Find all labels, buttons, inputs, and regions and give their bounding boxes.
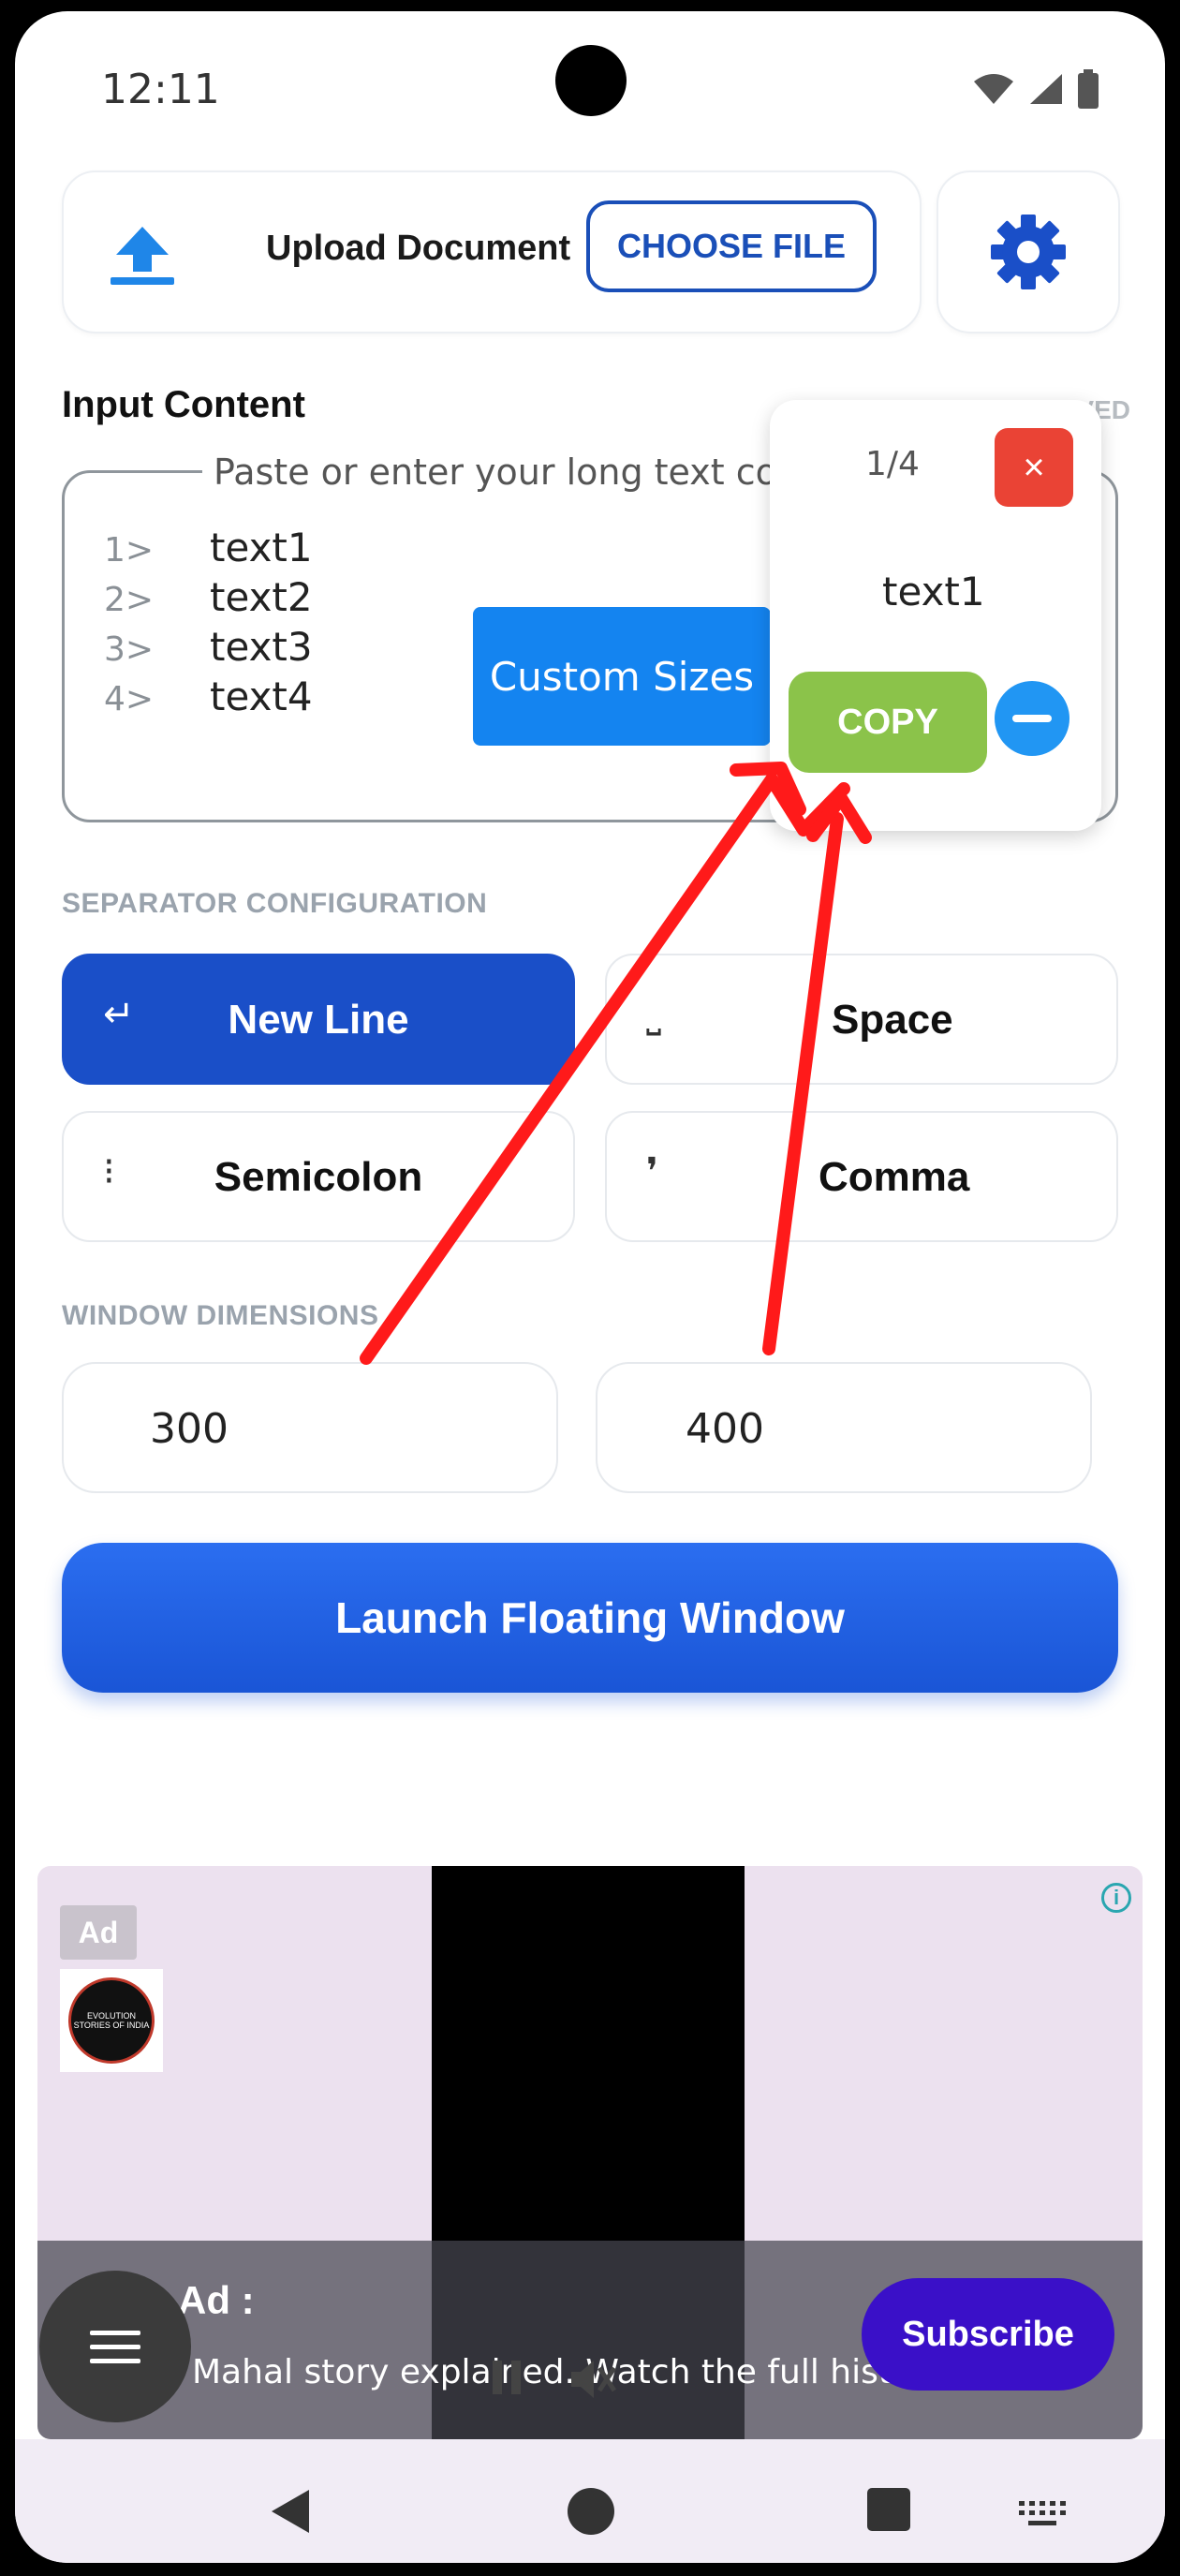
ad-caption-bar: Ad : Mahal story explained. Watch the fu… (37, 2241, 1143, 2439)
phone-screen: 12:11 Upload Document CHOOSE FILE Input … (15, 11, 1165, 2563)
back-icon[interactable] (266, 2486, 317, 2537)
menu-icon-bar (90, 2344, 140, 2349)
arrow-line (762, 812, 844, 1355)
menu-icon (90, 2330, 140, 2335)
pause-icon[interactable] (487, 2357, 528, 2398)
ad-channel-logo[interactable]: EVOLUTION STORIES OF INDIA (60, 1969, 163, 2072)
ad-banner[interactable]: Ad EVOLUTION STORIES OF INDIA i Ad : Mah… (37, 1866, 1143, 2439)
arrow-line (360, 773, 850, 1365)
keyboard-icon[interactable] (1019, 2501, 1066, 2529)
menu-button[interactable] (39, 2271, 191, 2422)
launch-floating-window-button[interactable]: Launch Floating Window (62, 1543, 1118, 1693)
home-icon[interactable] (566, 2486, 616, 2537)
annotation-arrows (360, 762, 872, 1365)
info-icon[interactable]: i (1101, 1883, 1131, 1913)
system-nav-bar (15, 2439, 1165, 2563)
ad-badge: Ad (60, 1905, 137, 1960)
mute-icon[interactable] (568, 2357, 616, 2402)
recents-icon[interactable] (865, 2486, 912, 2533)
ad-description: Mahal story explained. Watch the full hi… (192, 2353, 924, 2391)
ad-title: Ad : (178, 2278, 255, 2322)
ad-logo-text: EVOLUTION STORIES OF INDIA (68, 1977, 155, 2064)
subscribe-button[interactable]: Subscribe (862, 2278, 1114, 2391)
menu-icon-bar (90, 2358, 140, 2363)
